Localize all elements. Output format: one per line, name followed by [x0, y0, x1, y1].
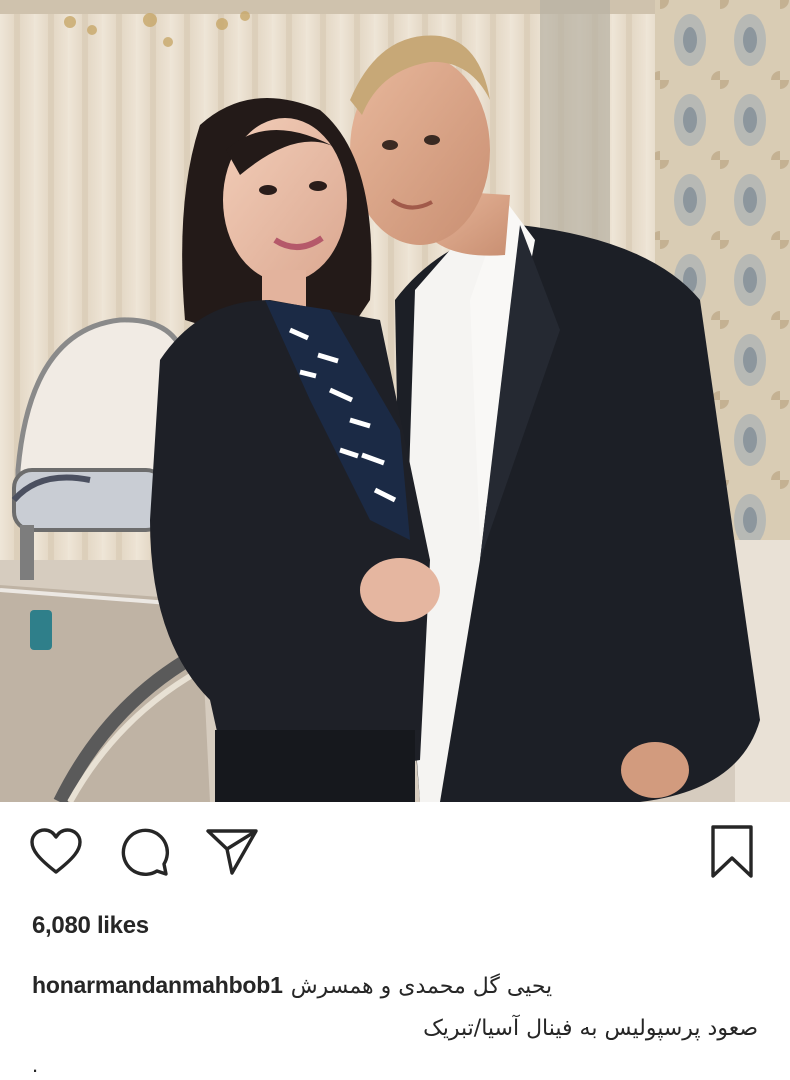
post-image[interactable] [0, 0, 790, 802]
caption-first-line: honarmandanmahbob1 یحیی گل محمدی و همسرش [32, 964, 760, 1008]
like-button[interactable] [28, 824, 84, 880]
comment-bubble-icon [121, 828, 170, 877]
save-button[interactable] [704, 824, 760, 880]
heart-outline-icon [30, 828, 82, 874]
caption-second-line: صعود پرسپولیس به فینال آسیا/تبریک [423, 1016, 758, 1041]
caption-username[interactable]: honarmandanmahbob1 [32, 964, 283, 1006]
bookmark-outline-icon [711, 825, 753, 878]
likes-number: 6,080 [32, 912, 91, 939]
likes-label: likes [96, 912, 149, 939]
caption-text: یحیی گل محمدی و همسرش [290, 974, 553, 999]
likes-count[interactable]: 6,080 likes [32, 912, 149, 940]
paper-plane-icon [206, 829, 258, 875]
post-caption: honarmandanmahbob1 یحیی گل محمدی و همسرش… [32, 964, 760, 1080]
comment-button[interactable] [117, 824, 173, 880]
post-action-bar [0, 802, 790, 898]
share-button[interactable] [204, 824, 260, 880]
post-photo-illustration [0, 0, 790, 802]
caption-third-line: . [32, 1052, 39, 1077]
